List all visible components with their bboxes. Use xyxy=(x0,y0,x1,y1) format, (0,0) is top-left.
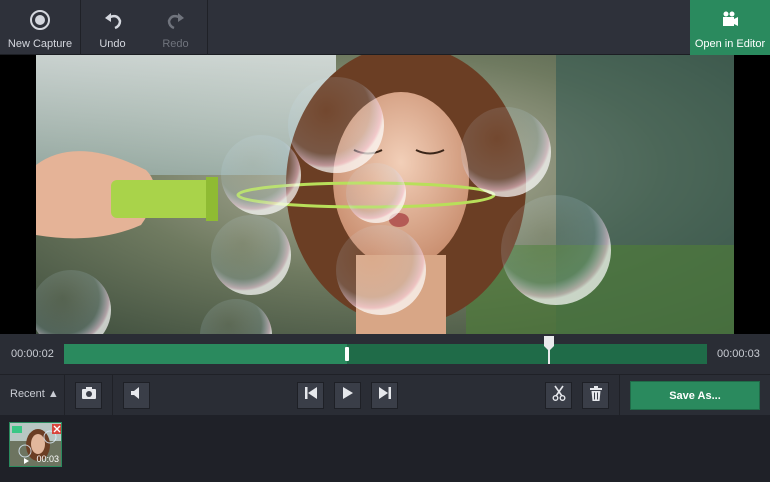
editor-camera-icon xyxy=(717,7,743,33)
camera-icon xyxy=(81,386,97,405)
recent-capture-thumbnail[interactable]: 00:03 xyxy=(9,422,62,467)
undo-button[interactable]: Undo xyxy=(81,0,144,55)
redo-button[interactable]: Redo xyxy=(144,0,207,55)
new-capture-label: New Capture xyxy=(7,38,73,50)
delete-button[interactable] xyxy=(582,382,609,409)
trash-icon xyxy=(589,385,602,406)
trim-marker[interactable] xyxy=(344,347,349,361)
screen-recorder-app: New Capture Undo Redo Open in Editor 00:… xyxy=(0,0,770,482)
speaker-icon xyxy=(130,386,144,405)
redo-icon xyxy=(163,7,189,33)
thumbnail-duration: 00:03 xyxy=(36,454,59,464)
redo-label: Redo xyxy=(162,38,189,50)
video-preview xyxy=(0,55,770,334)
video-image xyxy=(36,55,734,334)
controls-divider xyxy=(619,375,620,416)
start-time: 00:00:02 xyxy=(11,348,54,360)
controls-bar: Recent ▲ Save As... xyxy=(0,374,770,416)
timeline-progress xyxy=(64,344,347,364)
folder-icon xyxy=(12,426,22,433)
undo-icon xyxy=(100,7,126,33)
play-icon xyxy=(342,386,354,405)
save-as-button[interactable]: Save As... xyxy=(630,381,760,410)
skip-back-icon xyxy=(304,386,318,405)
new-capture-button[interactable]: New Capture xyxy=(0,0,80,55)
open-in-editor-button[interactable]: Open in Editor xyxy=(690,0,770,55)
play-button[interactable] xyxy=(334,382,361,409)
recent-dropdown[interactable]: Recent ▲ xyxy=(10,388,59,400)
volume-button[interactable] xyxy=(123,382,150,409)
previous-button[interactable] xyxy=(297,382,324,409)
toolbar: New Capture Undo Redo Open in Editor xyxy=(0,0,770,55)
toolbar-divider xyxy=(207,0,208,55)
playhead-handle[interactable] xyxy=(544,336,555,364)
record-icon xyxy=(27,7,53,33)
video-frame xyxy=(36,55,734,334)
open-in-editor-label: Open in Editor xyxy=(694,38,766,50)
controls-divider xyxy=(112,375,113,416)
screenshot-button[interactable] xyxy=(75,382,102,409)
scissors-icon xyxy=(552,385,566,406)
end-time: 00:00:03 xyxy=(717,348,760,360)
recent-captures-strip: 00:03 xyxy=(0,415,770,482)
cut-button[interactable] xyxy=(545,382,572,409)
skip-forward-icon xyxy=(378,386,392,405)
timeline-bar: 00:00:02 00:00:03 xyxy=(0,334,770,374)
next-button[interactable] xyxy=(371,382,398,409)
undo-label: Undo xyxy=(99,38,126,50)
controls-divider xyxy=(64,375,65,416)
timeline-track[interactable] xyxy=(64,336,707,364)
